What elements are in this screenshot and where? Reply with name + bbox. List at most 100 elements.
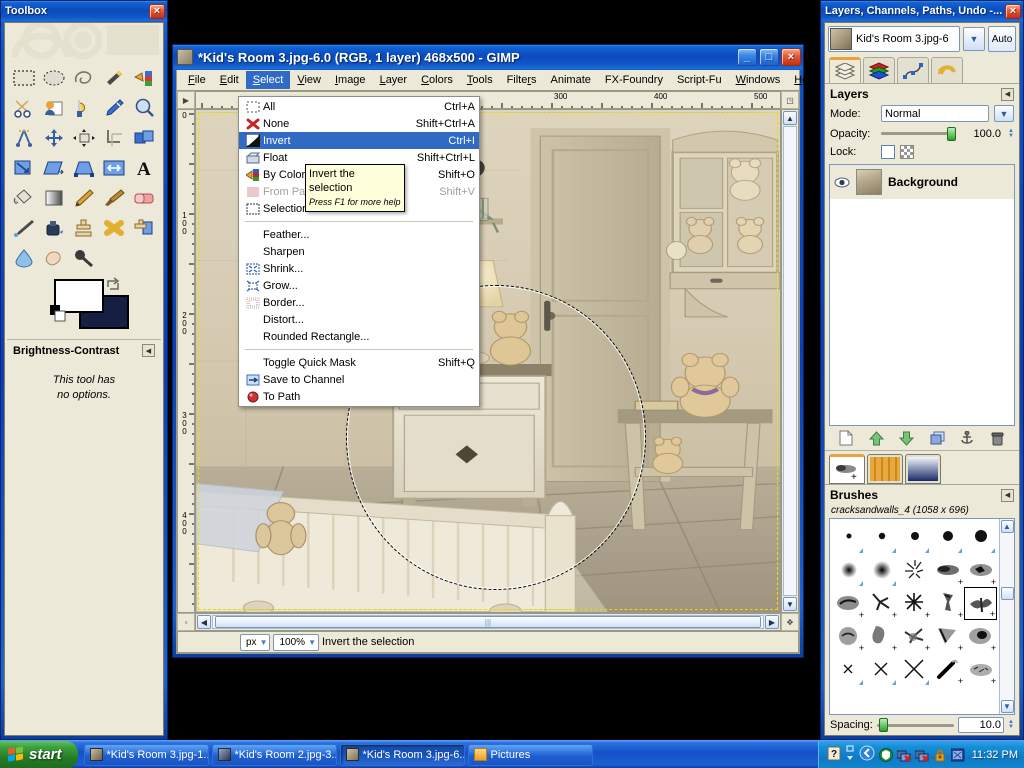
vertical-scrollbar[interactable]: ▲ ▼ <box>781 109 799 613</box>
flip-tool[interactable] <box>99 153 129 183</box>
opacity-stepper[interactable]: ▲ ▼ <box>1008 128 1014 139</box>
scissors-select-tool[interactable] <box>9 93 39 123</box>
menu-edit[interactable]: Edit <box>213 71 246 89</box>
eraser-tool[interactable] <box>129 183 159 213</box>
select-menu-dropdown[interactable]: All Ctrl+A None Shift+Ctrl+A Invert Ctrl… <box>238 96 480 407</box>
brush-cell[interactable]: + <box>832 587 865 620</box>
anchor-layer-button[interactable] <box>956 429 978 447</box>
pencil-tool[interactable] <box>69 183 99 213</box>
lock-pixels-checkbox[interactable] <box>881 145 895 159</box>
brush-cell[interactable]: + <box>964 620 997 653</box>
brush-scroll-up-icon[interactable]: ▲ <box>1000 520 1014 533</box>
brush-cell[interactable]: + <box>898 587 931 620</box>
mode-select[interactable]: Normal <box>881 105 989 122</box>
vscroll-track[interactable] <box>783 126 797 596</box>
rect-select-tool[interactable] <box>9 63 39 93</box>
lower-layer-button[interactable] <box>896 429 918 447</box>
brush-cell[interactable] <box>865 521 898 554</box>
horizontal-scrollbar[interactable]: ◀ ||| ▶ <box>195 613 781 631</box>
menu-windows[interactable]: Windows <box>729 71 788 89</box>
minimize-button[interactable]: _ <box>737 48 757 66</box>
channels-tab[interactable] <box>863 57 895 83</box>
show-hidden-icons-icon[interactable] <box>845 745 855 764</box>
menu-script-fu[interactable]: Script-Fu <box>670 71 729 89</box>
raise-layer-button[interactable] <box>865 429 887 447</box>
brush-cell[interactable]: + <box>865 620 898 653</box>
spacing-value[interactable]: 10.0 <box>958 717 1005 733</box>
monitor-icon[interactable] <box>950 748 965 762</box>
tool-grid[interactable]: A <box>5 61 163 273</box>
lock-alpha-icon[interactable] <box>900 145 914 159</box>
brush-grid[interactable]: + + + + + + + + + + + + + + <box>830 519 999 714</box>
unit-selector[interactable]: px ▼ <box>240 633 271 651</box>
menu-file[interactable]: File <box>181 71 213 89</box>
duplicate-layer-button[interactable] <box>926 429 948 447</box>
scale-tool[interactable] <box>9 153 39 183</box>
help-icon[interactable]: ? <box>827 746 841 764</box>
brush-cell[interactable] <box>832 521 865 554</box>
menu-select[interactable]: Select <box>245 71 291 89</box>
brush-cell[interactable]: + <box>931 653 964 686</box>
menubar[interactable]: File Edit Select View Image Layer Colors… <box>176 70 817 90</box>
menu-fx-foundry[interactable]: FX-Foundry <box>598 71 670 89</box>
perspective-clone-tool[interactable] <box>129 213 159 243</box>
brush-cell-selected[interactable]: + <box>964 587 997 620</box>
ellipse-select-tool[interactable] <box>39 63 69 93</box>
menu-item-all[interactable]: All Ctrl+A <box>239 98 479 115</box>
alignment-tool[interactable] <box>69 123 99 153</box>
nav-preview-button[interactable]: ▫ <box>177 613 195 631</box>
measure-tool[interactable] <box>9 123 39 153</box>
start-button[interactable]: start <box>0 740 78 768</box>
brush-cell[interactable]: + <box>898 620 931 653</box>
brush-cell[interactable]: + <box>931 554 964 587</box>
scroll-down-icon[interactable]: ▼ <box>783 597 797 611</box>
patterns-tab[interactable] <box>867 454 903 484</box>
menu-item-save-to-channel[interactable]: Save to Channel <box>239 371 479 388</box>
reset-colors-icon[interactable] <box>50 305 68 326</box>
zoom-tool[interactable] <box>129 93 159 123</box>
text-tool[interactable]: A <box>129 153 159 183</box>
table-row[interactable]: Background <box>830 165 1014 199</box>
brush-cell[interactable] <box>832 554 865 587</box>
menu-layer[interactable]: Layer <box>373 71 415 89</box>
airbrush-tool[interactable] <box>9 213 39 243</box>
menu-view[interactable]: View <box>290 71 328 89</box>
dock-close-icon[interactable]: × <box>1005 3 1021 19</box>
task-list[interactable]: *Kid's Room 3.jpg-1.... *Kid's Room 2.jp… <box>83 743 818 766</box>
menu-item-none[interactable]: None Shift+Ctrl+A <box>239 115 479 132</box>
image-menu-chevron-down-icon[interactable]: ▼ <box>963 27 985 51</box>
layer-visibility-eye-icon[interactable] <box>834 177 850 188</box>
delete-layer-button[interactable] <box>987 429 1009 447</box>
tool-options-collapse-icon[interactable]: ◀ <box>142 344 155 357</box>
menu-help[interactable]: Help <box>787 71 824 89</box>
menu-item-invert[interactable]: Invert Ctrl+I <box>239 132 479 149</box>
brushes-tab[interactable]: + <box>829 454 865 484</box>
taskbar-item-active[interactable]: *Kid's Room 3.jpg-6.... <box>339 743 465 766</box>
menu-item-border[interactable]: Border... <box>239 294 479 311</box>
gradients-tab[interactable] <box>905 454 941 484</box>
hscroll-track[interactable]: ||| <box>212 615 764 629</box>
chevron-left-icon[interactable] <box>859 745 875 764</box>
scroll-up-icon[interactable]: ▲ <box>783 111 797 125</box>
layer-list[interactable]: Background <box>829 164 1015 426</box>
layers-tab[interactable] <box>829 57 861 83</box>
menu-item-rounded-rectangle[interactable]: Rounded Rectangle... <box>239 328 479 345</box>
brush-grid-scrollbar[interactable]: ▲ ▼ <box>999 519 1014 714</box>
shear-tool[interactable] <box>39 153 69 183</box>
brush-cell[interactable] <box>964 521 997 554</box>
paintbrush-tool[interactable] <box>99 183 129 213</box>
move-tool[interactable] <box>39 123 69 153</box>
foreground-select-tool[interactable] <box>39 93 69 123</box>
menu-item-toggle-quick-mask[interactable]: Toggle Quick Mask Shift+Q <box>239 354 479 371</box>
brush-cell[interactable] <box>898 653 931 686</box>
perspective-tool[interactable] <box>69 153 99 183</box>
menu-item-shrink[interactable]: Shrink... <box>239 260 479 277</box>
paths-tool[interactable] <box>69 93 99 123</box>
brush-cell[interactable] <box>931 521 964 554</box>
opacity-value[interactable]: 100.0 <box>961 126 1003 141</box>
brush-cell[interactable]: + <box>931 587 964 620</box>
brush-cell[interactable]: + <box>865 587 898 620</box>
layer-button-row[interactable] <box>825 426 1019 451</box>
layers-collapse-icon[interactable]: ◀ <box>1001 87 1014 101</box>
new-layer-button[interactable] <box>835 429 857 447</box>
